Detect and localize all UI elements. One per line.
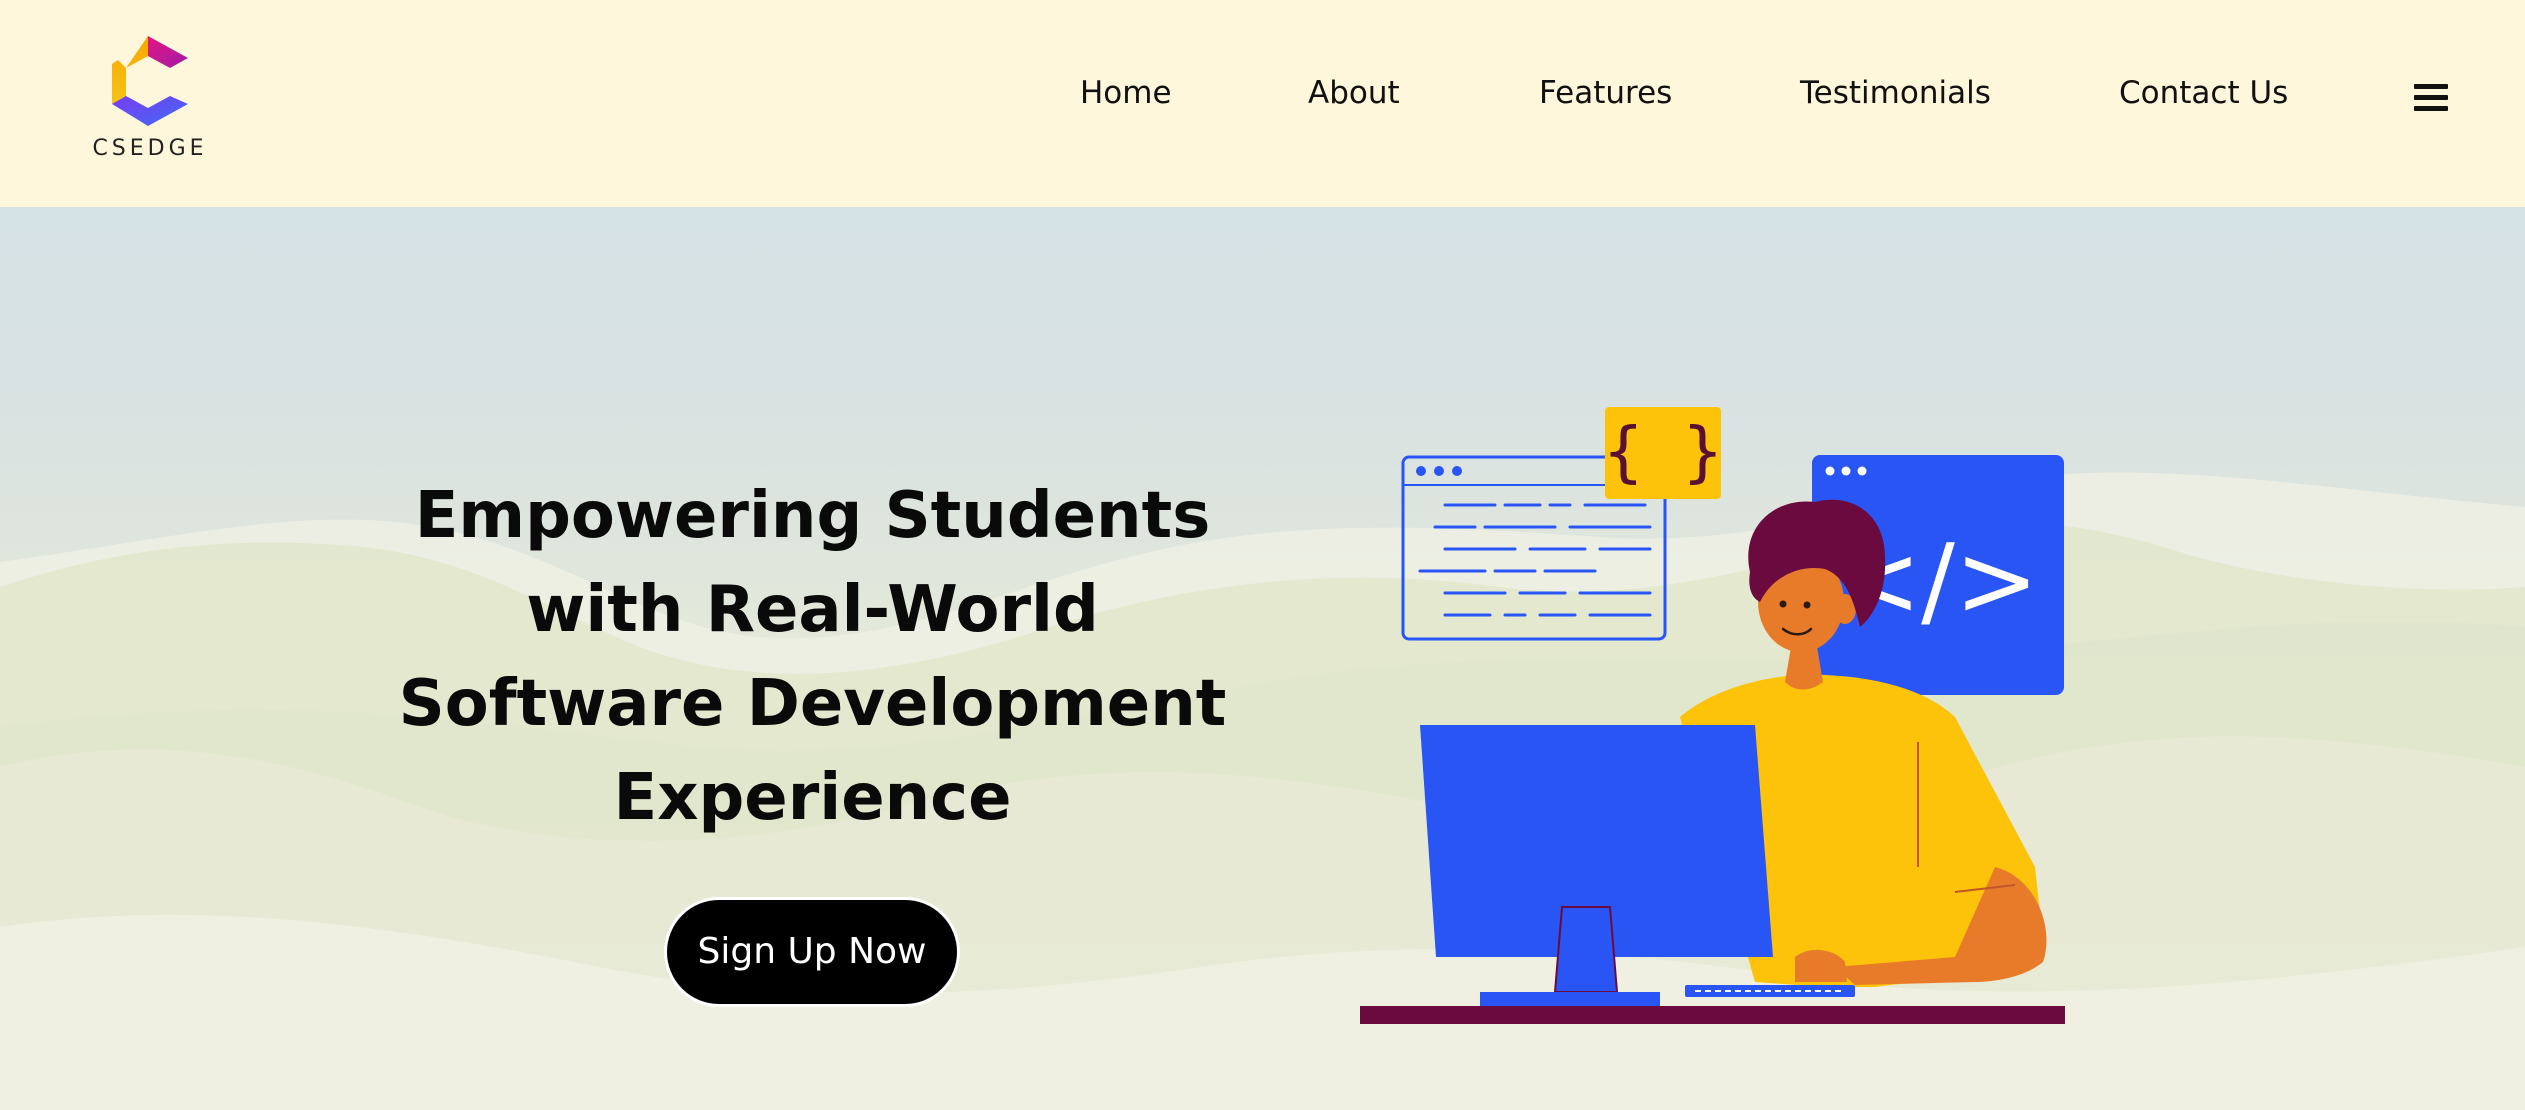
headline-line-3: Software Development: [398, 667, 1227, 741]
hero-section: Empowering Students with Real-World Soft…: [0, 207, 2525, 1110]
headline-line-4: Experience: [613, 761, 1012, 835]
code-braces-icon: { }: [1603, 407, 1723, 499]
desk-icon: [1360, 1006, 2065, 1024]
brand-name: CSEDGE: [92, 136, 208, 161]
nav-contact-us[interactable]: Contact Us: [2119, 75, 2288, 111]
watercolor-background: [0, 472, 2525, 1110]
nav-testimonials[interactable]: Testimonials: [1800, 75, 1991, 111]
developer-illustration: { } </>: [1360, 407, 2065, 1024]
hamburger-menu-icon[interactable]: [2414, 82, 2448, 114]
nav-about[interactable]: About: [1308, 75, 1400, 111]
site-header: CSEDGE Home About Features Testimonials …: [0, 0, 2525, 207]
nav-features[interactable]: Features: [1539, 75, 1672, 111]
hero-headline: Empowering Students with Real-World Soft…: [380, 469, 1245, 845]
headline-line-2: with Real-World: [526, 573, 1099, 647]
headline-line-1: Empowering Students: [414, 479, 1211, 553]
csedge-logo-icon: [112, 36, 188, 126]
brand-logo[interactable]: CSEDGE: [88, 34, 212, 164]
svg-text:{ }: { }: [1603, 413, 1722, 490]
nav-home[interactable]: Home: [1080, 75, 1172, 111]
sign-up-button[interactable]: Sign Up Now: [664, 897, 960, 1007]
